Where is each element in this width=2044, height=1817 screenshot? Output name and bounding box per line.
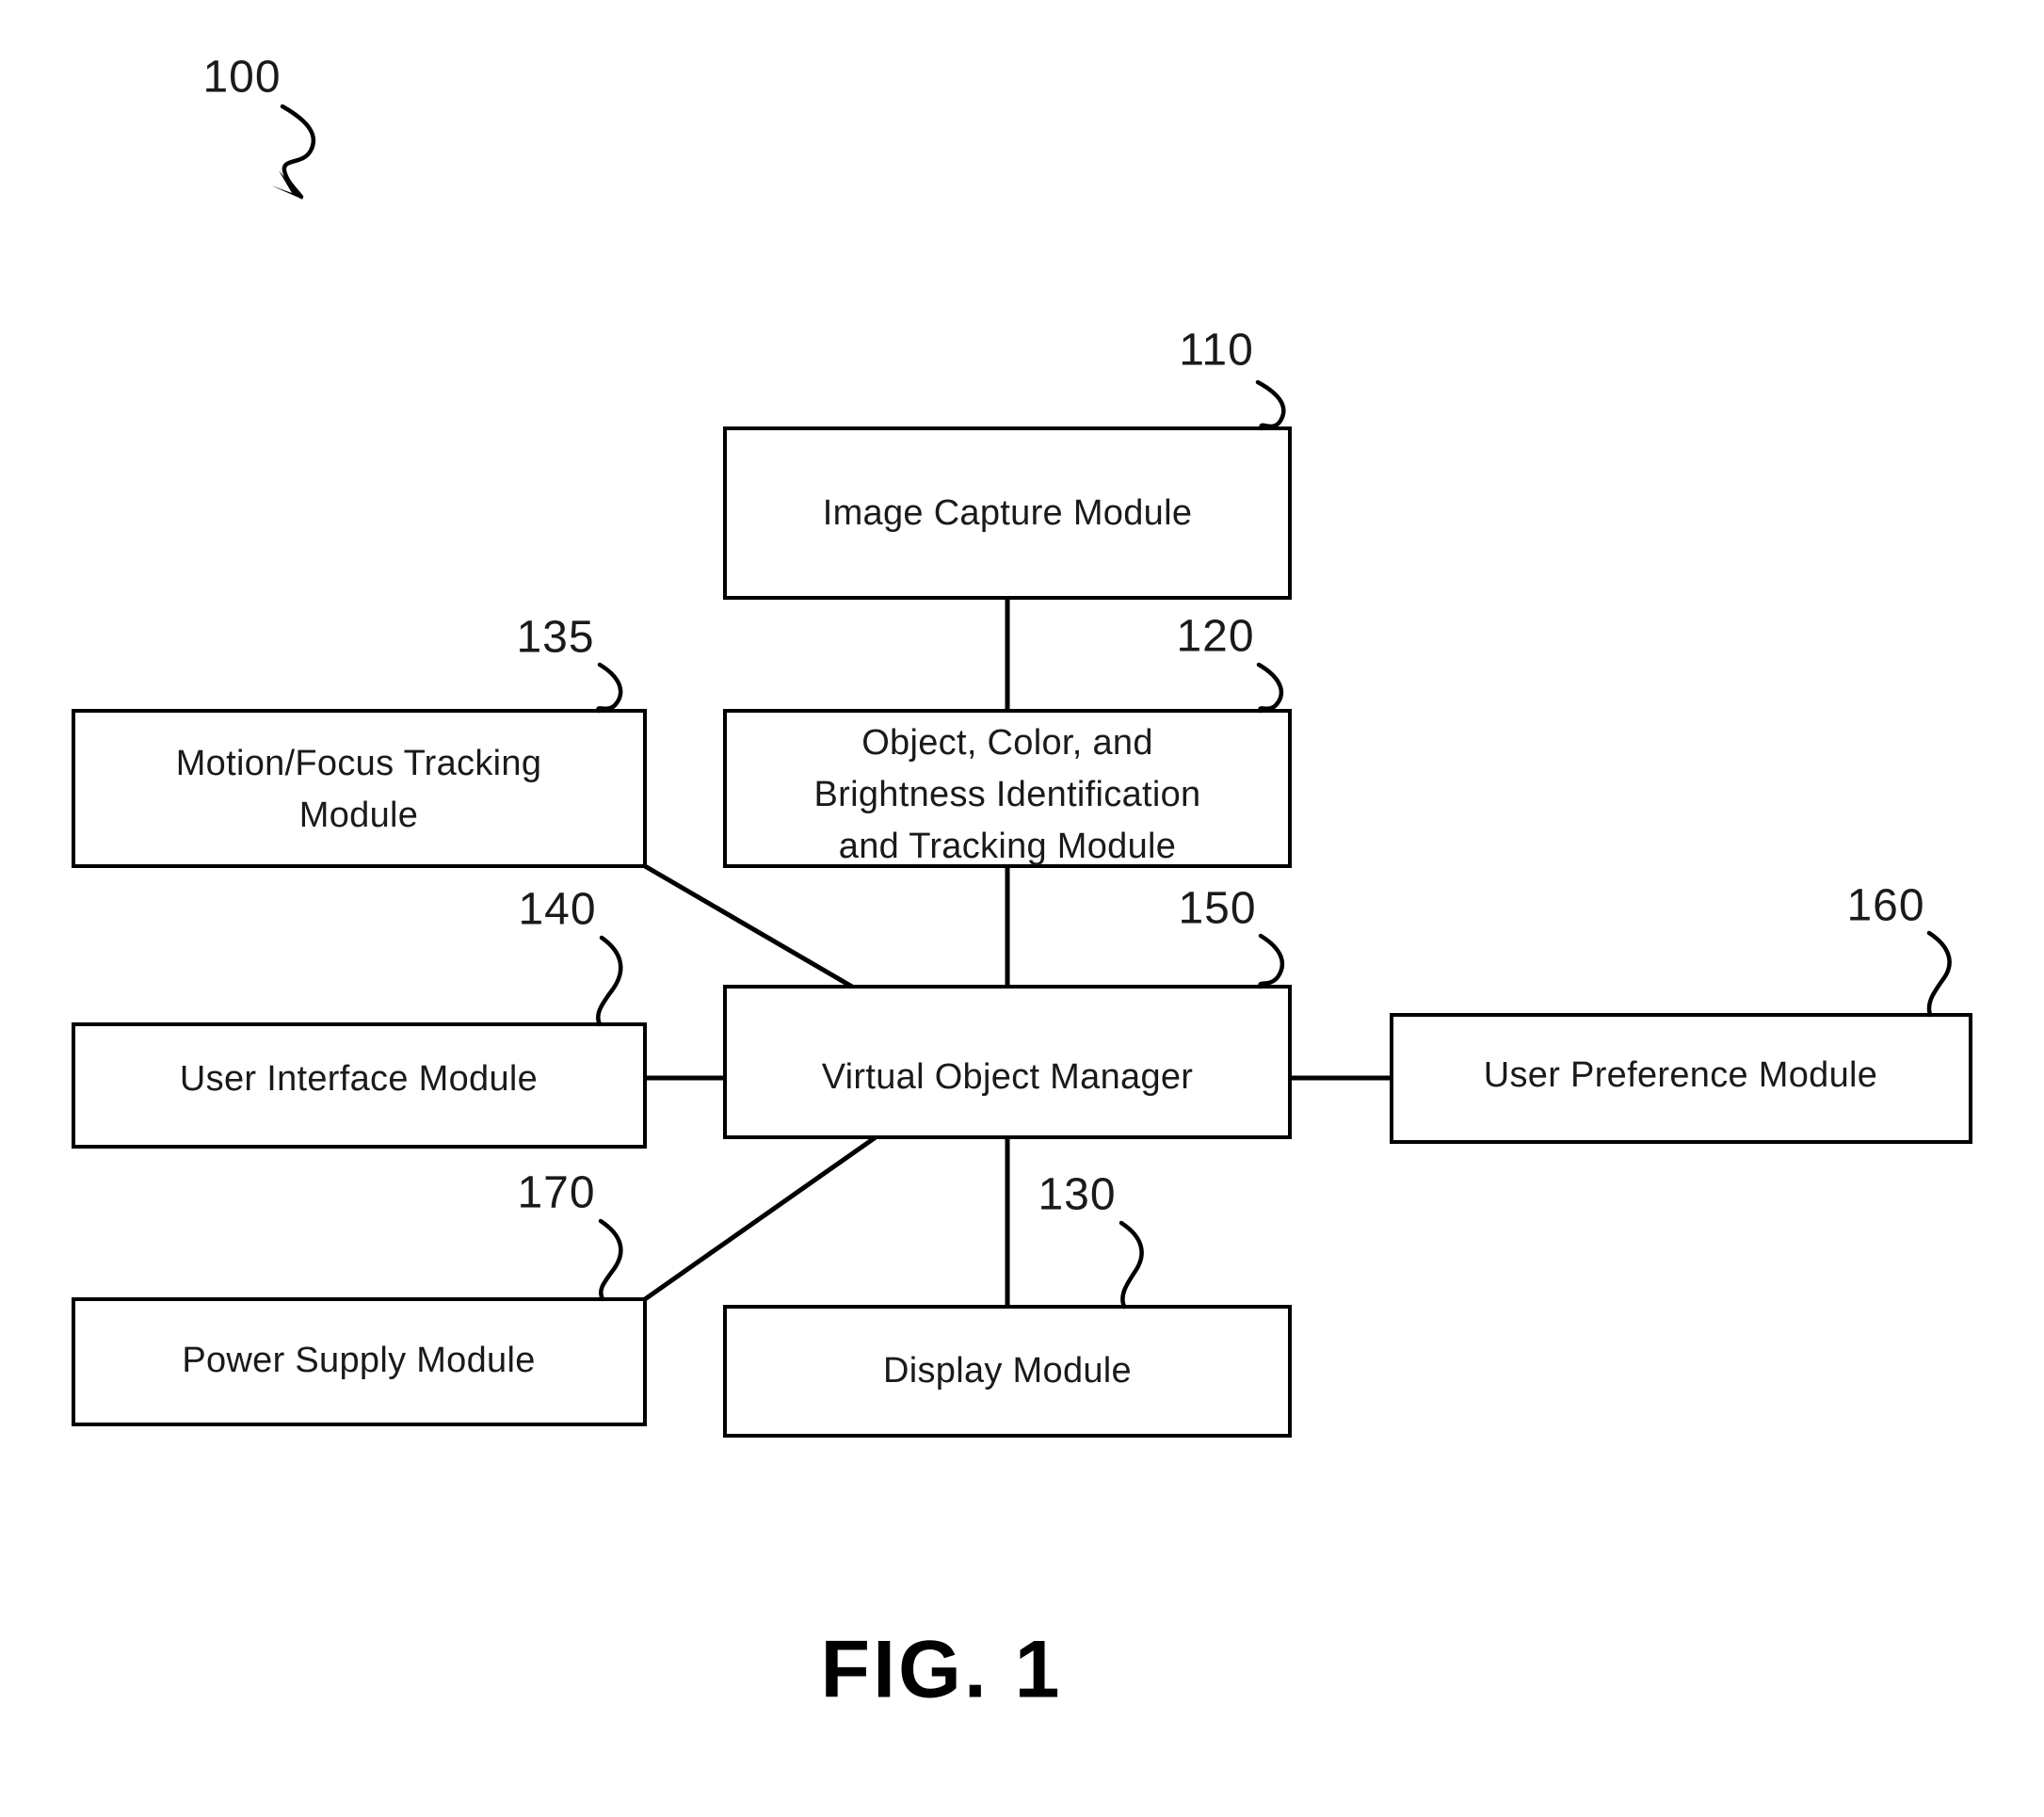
reference-numeral-120: 120 xyxy=(1176,612,1254,662)
box-label-user-preference-module: User Preference Module xyxy=(1484,1055,1877,1095)
box-label-image-capture-module: Image Capture Module xyxy=(823,493,1193,533)
box-virtual-object-manager[interactable]: Virtual Object Manager xyxy=(723,985,1292,1139)
box-outline-motion-focus-tracking-module xyxy=(72,709,647,868)
reference-numeral-130: 130 xyxy=(1038,1170,1116,1220)
box-power-supply-module[interactable]: Power Supply Module xyxy=(72,1297,647,1426)
reference-numeral-100: 100 xyxy=(202,53,281,103)
connector-motion-focus-to-virtual-object-manager xyxy=(643,863,854,989)
leader-line-130 xyxy=(1119,1220,1144,1310)
box-label-virtual-object-manager: Virtual Object Manager xyxy=(822,1057,1194,1097)
reference-numeral-170: 170 xyxy=(517,1168,595,1218)
box-label-user-interface-module: User Interface Module xyxy=(180,1059,538,1099)
leader-line-140 xyxy=(595,935,623,1027)
box-object-color-brightness-module[interactable]: Object, Color, and Brightness Identifica… xyxy=(723,709,1292,868)
box-display-module[interactable]: Display Module xyxy=(723,1305,1292,1438)
box-motion-focus-tracking-module[interactable]: Motion/Focus Tracking Module xyxy=(72,709,647,868)
patent-figure: Image Capture Module Motion/Focus Tracki… xyxy=(0,0,2044,1817)
leader-line-135 xyxy=(596,662,623,714)
leader-line-120 xyxy=(1256,662,1283,714)
box-label-object-color-brightness-module-line2: Brightness Identification xyxy=(814,775,1201,814)
box-user-interface-module[interactable]: User Interface Module xyxy=(72,1022,647,1149)
block-diagram: Image Capture Module Motion/Focus Tracki… xyxy=(72,53,1972,1715)
connector-virtual-object-manager-to-power-supply xyxy=(643,1134,877,1302)
leader-line-150 xyxy=(1258,933,1285,989)
reference-numeral-160: 160 xyxy=(1846,881,1924,931)
box-user-preference-module[interactable]: User Preference Module xyxy=(1390,1013,1972,1144)
leader-line-170 xyxy=(598,1218,623,1302)
box-label-power-supply-module: Power Supply Module xyxy=(182,1341,535,1380)
figure-caption: FIG. 1 xyxy=(821,1625,1063,1715)
leader-line-160 xyxy=(1926,930,1952,1018)
box-label-object-color-brightness-module-line3: and Tracking Module xyxy=(839,827,1176,866)
box-label-motion-focus-tracking-module-line1: Motion/Focus Tracking xyxy=(176,744,542,783)
reference-numeral-135: 135 xyxy=(516,613,594,663)
box-label-display-module: Display Module xyxy=(883,1351,1132,1391)
reference-numeral-110: 110 xyxy=(1179,326,1254,376)
leader-line-110 xyxy=(1255,379,1286,431)
box-label-object-color-brightness-module-line1: Object, Color, and xyxy=(861,723,1153,763)
reference-numeral-140: 140 xyxy=(518,885,596,935)
reference-numeral-150: 150 xyxy=(1178,884,1256,934)
box-label-motion-focus-tracking-module-line2: Module xyxy=(299,796,418,835)
box-image-capture-module[interactable]: Image Capture Module xyxy=(723,426,1292,600)
